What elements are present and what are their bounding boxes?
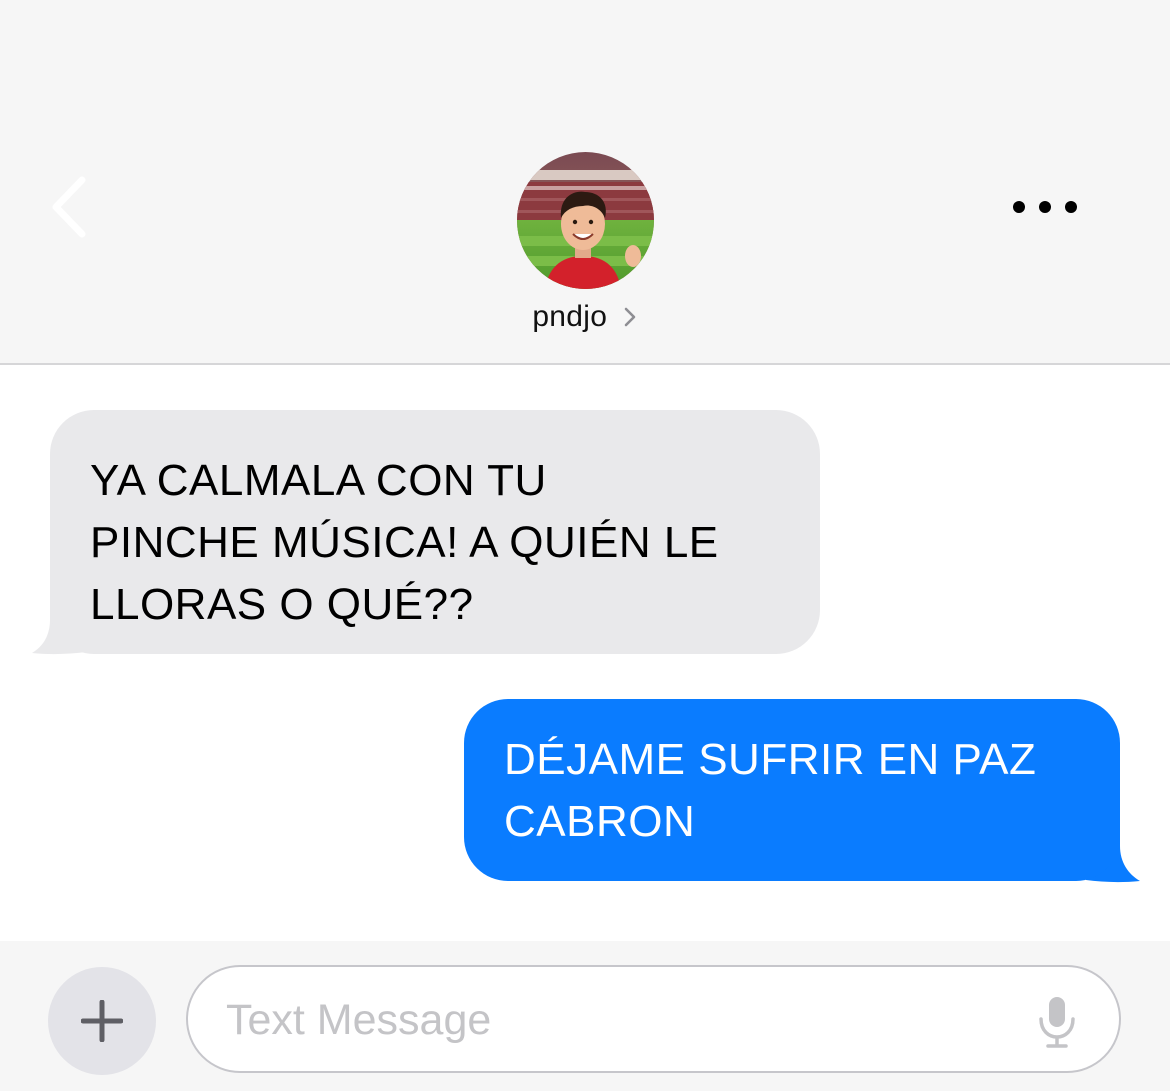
contact-name: pndjo — [532, 300, 608, 333]
dictation-button[interactable] — [1034, 995, 1080, 1049]
microphone-icon — [1039, 997, 1075, 1048]
plus-icon — [81, 1000, 123, 1042]
chevron-right-icon — [624, 307, 635, 327]
more-options-button[interactable] — [1000, 186, 1090, 228]
add-attachment-button[interactable] — [48, 967, 156, 1075]
incoming-message-bubble[interactable]: YA CALMALA CON TU PINCHE MÚSICA! A QUIÉN… — [50, 410, 820, 654]
chevron-left-icon — [52, 176, 86, 238]
conversation-header: pndjo — [0, 0, 1170, 365]
avatar-photo — [517, 152, 654, 289]
incoming-message-text: YA CALMALA CON TU PINCHE MÚSICA! A QUIÉN… — [90, 456, 719, 629]
message-input[interactable] — [224, 987, 1008, 1053]
ellipsis-icon — [1013, 201, 1077, 213]
message-composer — [0, 941, 1170, 1091]
message-text-field — [186, 965, 1121, 1073]
outgoing-message-bubble[interactable]: DÉJAME SUFRIR EN PAZ CABRON — [464, 699, 1120, 881]
contact-avatar[interactable] — [517, 152, 654, 289]
outgoing-message-text: DÉJAME SUFRIR EN PAZ CABRON — [504, 735, 1037, 846]
back-button[interactable] — [44, 172, 100, 242]
contact-details-link[interactable]: pndjo — [0, 300, 1170, 334]
messages-screen: pndjo YA CALMALA CON TU PINCHE MÚSICA! A… — [0, 0, 1170, 1091]
